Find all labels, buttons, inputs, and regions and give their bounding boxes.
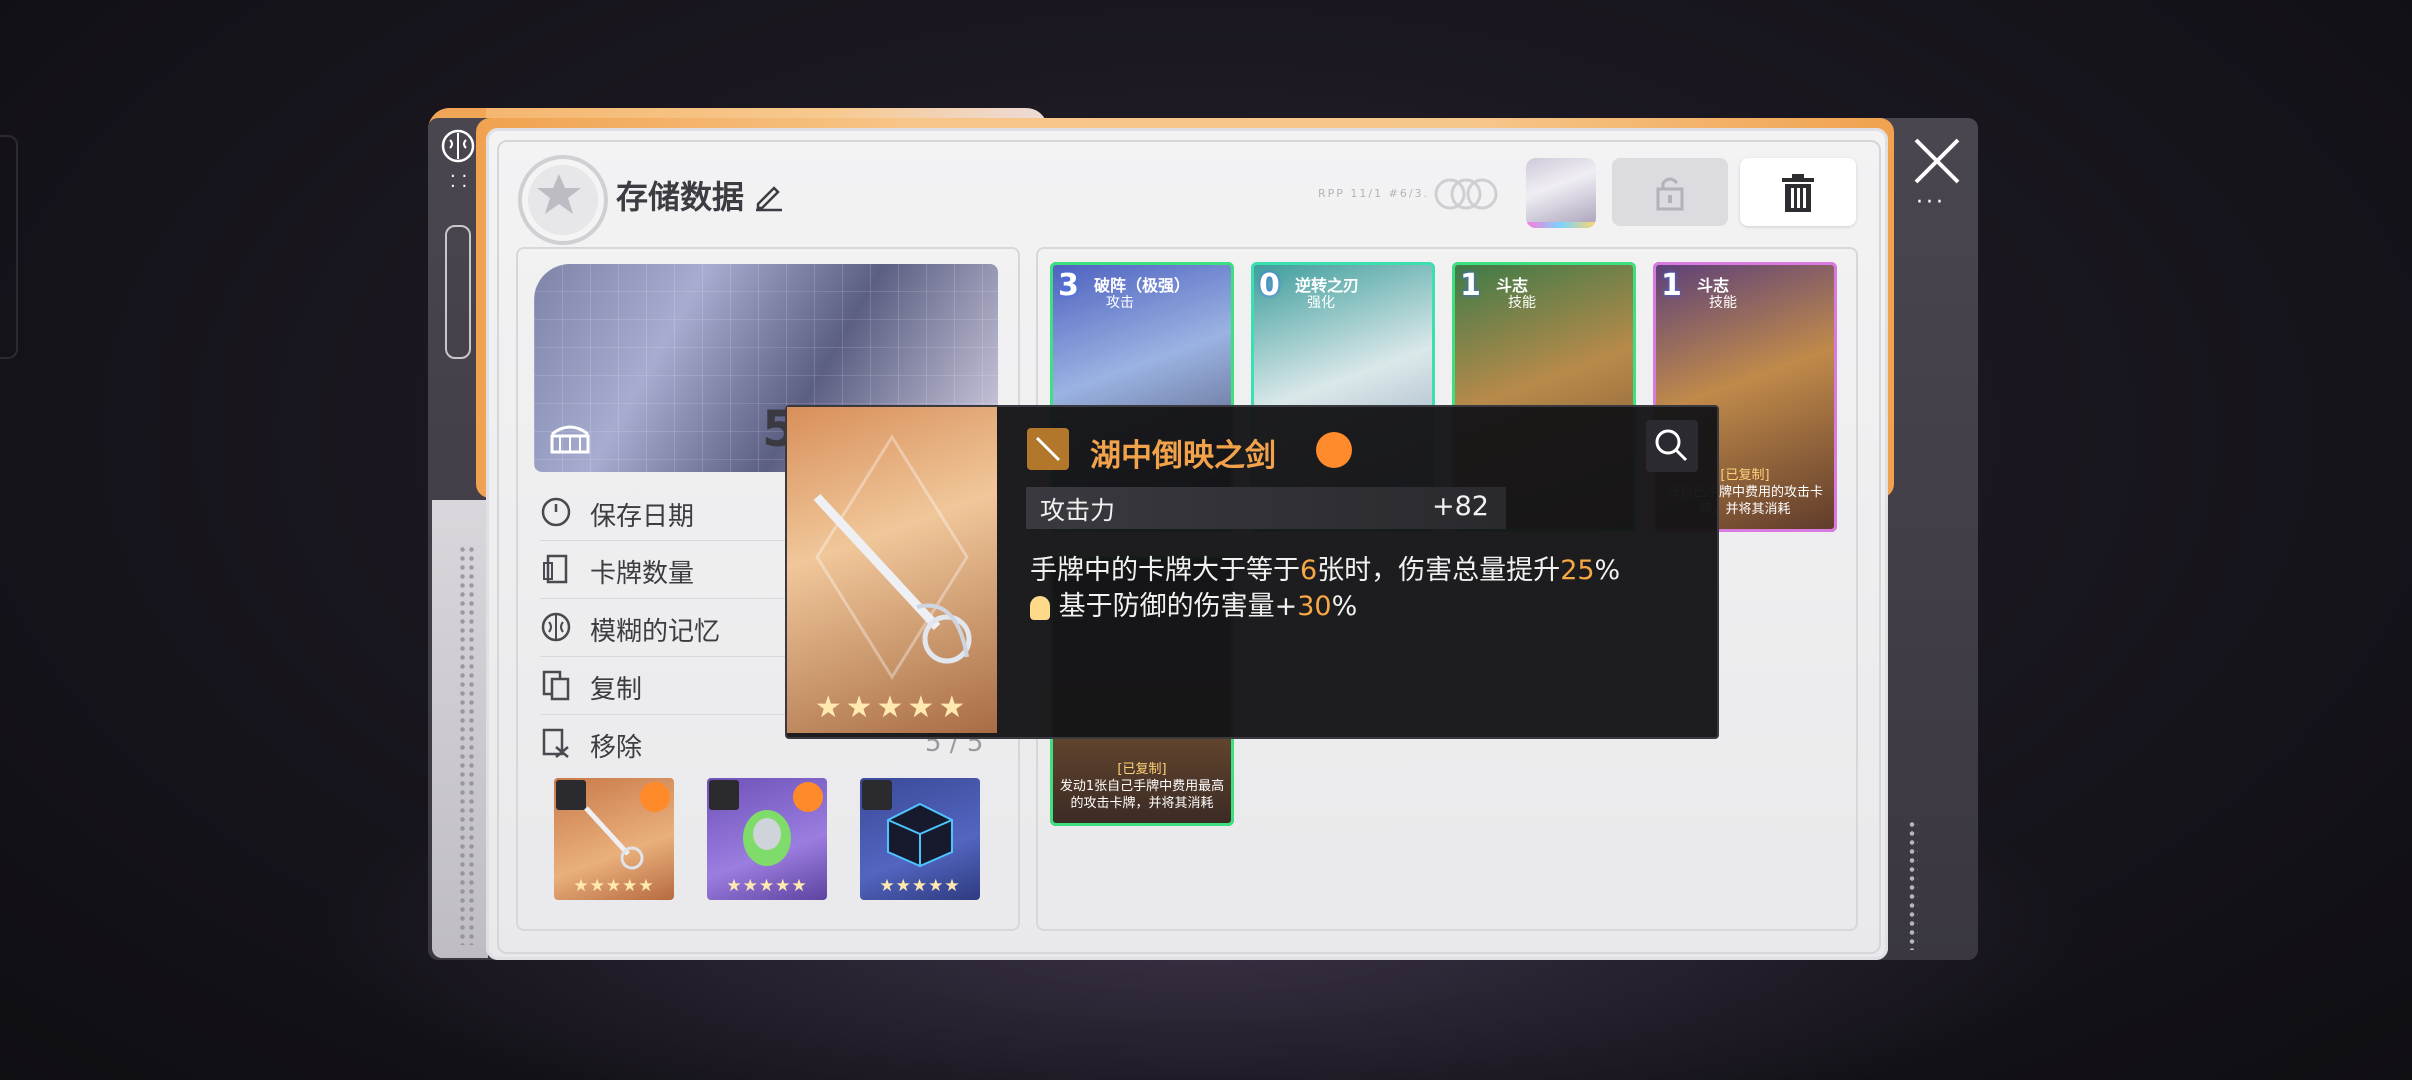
close-icon[interactable] <box>1912 136 1962 186</box>
decorative-dots <box>458 545 476 945</box>
helmet-icon <box>1316 432 1352 468</box>
sword-art <box>584 806 644 870</box>
brain-icon <box>541 612 571 642</box>
rings-icon <box>1434 178 1498 210</box>
sword-type-icon <box>1027 428 1069 470</box>
character-portrait[interactable] <box>1526 158 1596 228</box>
rail-dots: · · · · <box>450 166 468 197</box>
delete-button[interactable] <box>1740 158 1856 226</box>
stadium-icon <box>550 425 590 454</box>
stat-value: +82 <box>1432 491 1489 522</box>
remove-icon <box>542 728 569 758</box>
card-cost: 3 <box>1058 268 1079 303</box>
more-dots: ··· <box>1916 190 1946 215</box>
helmet-small-icon <box>1030 595 1050 620</box>
effect-line-1: 手牌中的卡牌大于等于6张时，伤害总量提升25% <box>1030 548 1620 587</box>
effect-text: % <box>1331 591 1358 622</box>
card-type: 攻击 <box>1106 295 1134 311</box>
rail-label <box>445 225 471 359</box>
effect-line-2: 基于防御的伤害量+30% <box>1030 584 1357 623</box>
trash-icon <box>1782 174 1814 212</box>
card-cost: 0 <box>1259 268 1280 303</box>
card-cost: 1 <box>1661 268 1682 303</box>
info-label: 模糊的记忆 <box>590 617 721 647</box>
effect-text: 张时，伤害总量提升 <box>1317 555 1561 586</box>
sword-art <box>813 434 972 680</box>
search-icon <box>1655 429 1688 462</box>
lock-button[interactable] <box>1612 158 1728 226</box>
star-emblem-icon <box>537 174 581 214</box>
equipment-slot-creature[interactable]: ★★★★★ <box>707 778 827 900</box>
save-slot-badge <box>518 155 608 245</box>
decorative-rail <box>1908 820 1918 950</box>
copy-icon <box>542 670 570 701</box>
brain-icon <box>441 129 475 163</box>
equipment-slot-cube[interactable]: ★★★★★ <box>860 778 980 900</box>
edge-strip <box>0 135 18 359</box>
cube-art <box>887 802 953 868</box>
edit-icon[interactable] <box>752 178 786 212</box>
cards-icon <box>543 554 568 584</box>
card-type: 技能 <box>1709 295 1737 311</box>
card-cost: 1 <box>1460 268 1481 303</box>
effect-text: % <box>1594 555 1621 586</box>
info-label: 卡牌数量 <box>590 559 695 589</box>
effect-value: 25 <box>1560 555 1595 586</box>
search-button[interactable] <box>1646 420 1698 472</box>
rarity-stars: ★★★★★ <box>879 876 961 896</box>
effect-value: 30 <box>1297 591 1332 622</box>
info-label: 保存日期 <box>590 502 695 532</box>
stat-label: 攻击力 <box>1040 496 1116 525</box>
info-label: 复制 <box>590 675 643 705</box>
tooltip-item-art <box>787 407 997 733</box>
clock-icon <box>541 497 571 527</box>
card-type: 技能 <box>1508 295 1536 311</box>
card-desc-text: 发动1张自己手牌中费用最高的攻击卡牌，并将其消耗 <box>1059 779 1225 811</box>
lock-icon <box>1656 177 1684 211</box>
copied-tag: [已复制] <box>1117 762 1167 777</box>
effect-text: 基于防御的伤害量+ <box>1058 591 1298 622</box>
effect-text: 手牌中的卡牌大于等于 <box>1030 555 1300 586</box>
info-label: 移除 <box>590 733 643 763</box>
creature-art <box>743 810 791 866</box>
effect-value: 6 <box>1300 555 1318 586</box>
caption-text: RPP 11/1 #6/3. <box>1318 187 1430 200</box>
card-description: [已复制] 发动1张自己手牌中费用最高的攻击卡牌，并将其消耗 <box>1058 761 1226 812</box>
item-name: 湖中倒映之剑 <box>1090 438 1276 474</box>
equipment-slot-sword[interactable]: ★★★★★ <box>554 778 674 900</box>
page-title: 存储数据 <box>616 178 745 216</box>
card-type: 强化 <box>1307 295 1335 311</box>
rarity-stars: ★★★★★ <box>814 690 970 725</box>
rarity-stars: ★★★★★ <box>573 876 655 896</box>
rarity-stars: ★★★★★ <box>726 876 808 896</box>
